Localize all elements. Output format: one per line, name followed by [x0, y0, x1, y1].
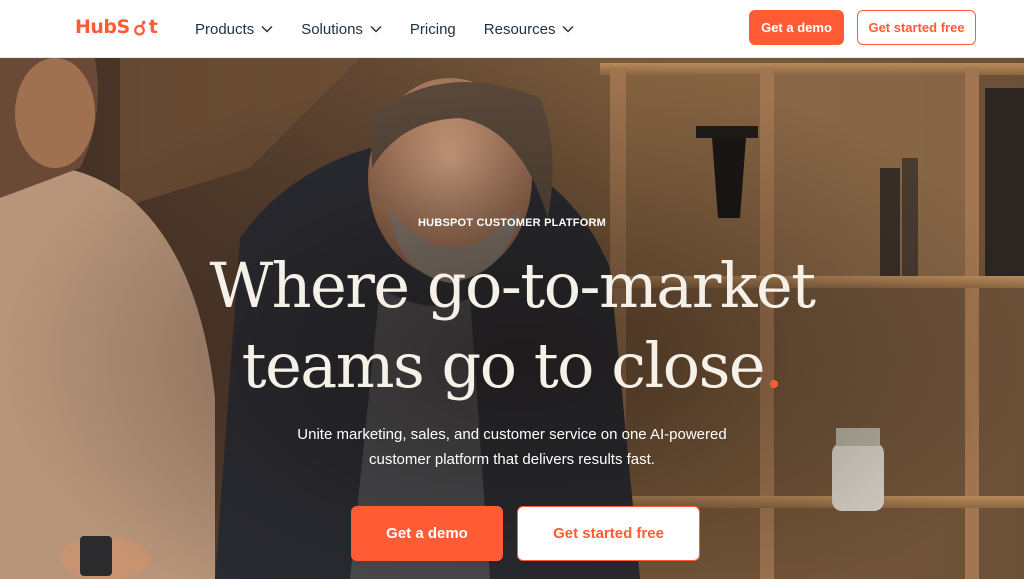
hubspot-sprocket-icon — [133, 20, 146, 36]
nav-item-pricing[interactable]: Pricing — [410, 21, 456, 38]
main-menu: Products Solutions Pricing Resources — [195, 0, 602, 58]
hero-get-started-free-button[interactable]: Get started free — [517, 506, 700, 561]
subhead-line-1: Unite marketing, sales, and customer ser… — [297, 426, 727, 443]
nav-item-solutions[interactable]: Solutions — [301, 21, 382, 38]
hero-get-demo-button[interactable]: Get a demo — [351, 506, 503, 561]
chevron-down-icon — [370, 25, 382, 33]
nav-item-label: Products — [195, 20, 255, 38]
hero-eyebrow: HUBSPOT CUSTOMER PLATFORM — [418, 217, 606, 229]
nav-item-label: Solutions — [301, 20, 363, 38]
nav-item-label: Pricing — [409, 20, 456, 38]
chevron-down-icon — [261, 25, 273, 33]
logo-text-right: t — [148, 16, 158, 38]
chevron-down-icon — [562, 25, 575, 33]
headline-accent-dot: . — [764, 329, 784, 402]
nav-item-label: Resources — [483, 20, 556, 38]
hero-subheading: Unite marketing, sales, and customer ser… — [262, 422, 762, 472]
nav-get-started-free-button[interactable]: Get started free — [857, 10, 976, 45]
subhead-line-2: customer platform that delivers results … — [369, 451, 655, 468]
nav-item-products[interactable]: Products — [195, 21, 273, 38]
logo-text-left: HubS — [75, 16, 130, 38]
hero-headline: Where go-to-market teams go to close. — [0, 246, 1024, 406]
headline-line-1: Where go-to-market — [209, 249, 816, 322]
hubspot-logo[interactable]: HubS t — [75, 13, 158, 41]
hero-section: HUBSPOT CUSTOMER PLATFORM Where go-to-ma… — [0, 58, 1024, 579]
nav-item-resources[interactable]: Resources — [484, 21, 575, 38]
headline-line-2: teams go to close — [241, 329, 766, 402]
top-navigation: HubS t Products Solutions Pricing Resour… — [0, 0, 1024, 58]
nav-get-demo-button[interactable]: Get a demo — [749, 10, 844, 45]
